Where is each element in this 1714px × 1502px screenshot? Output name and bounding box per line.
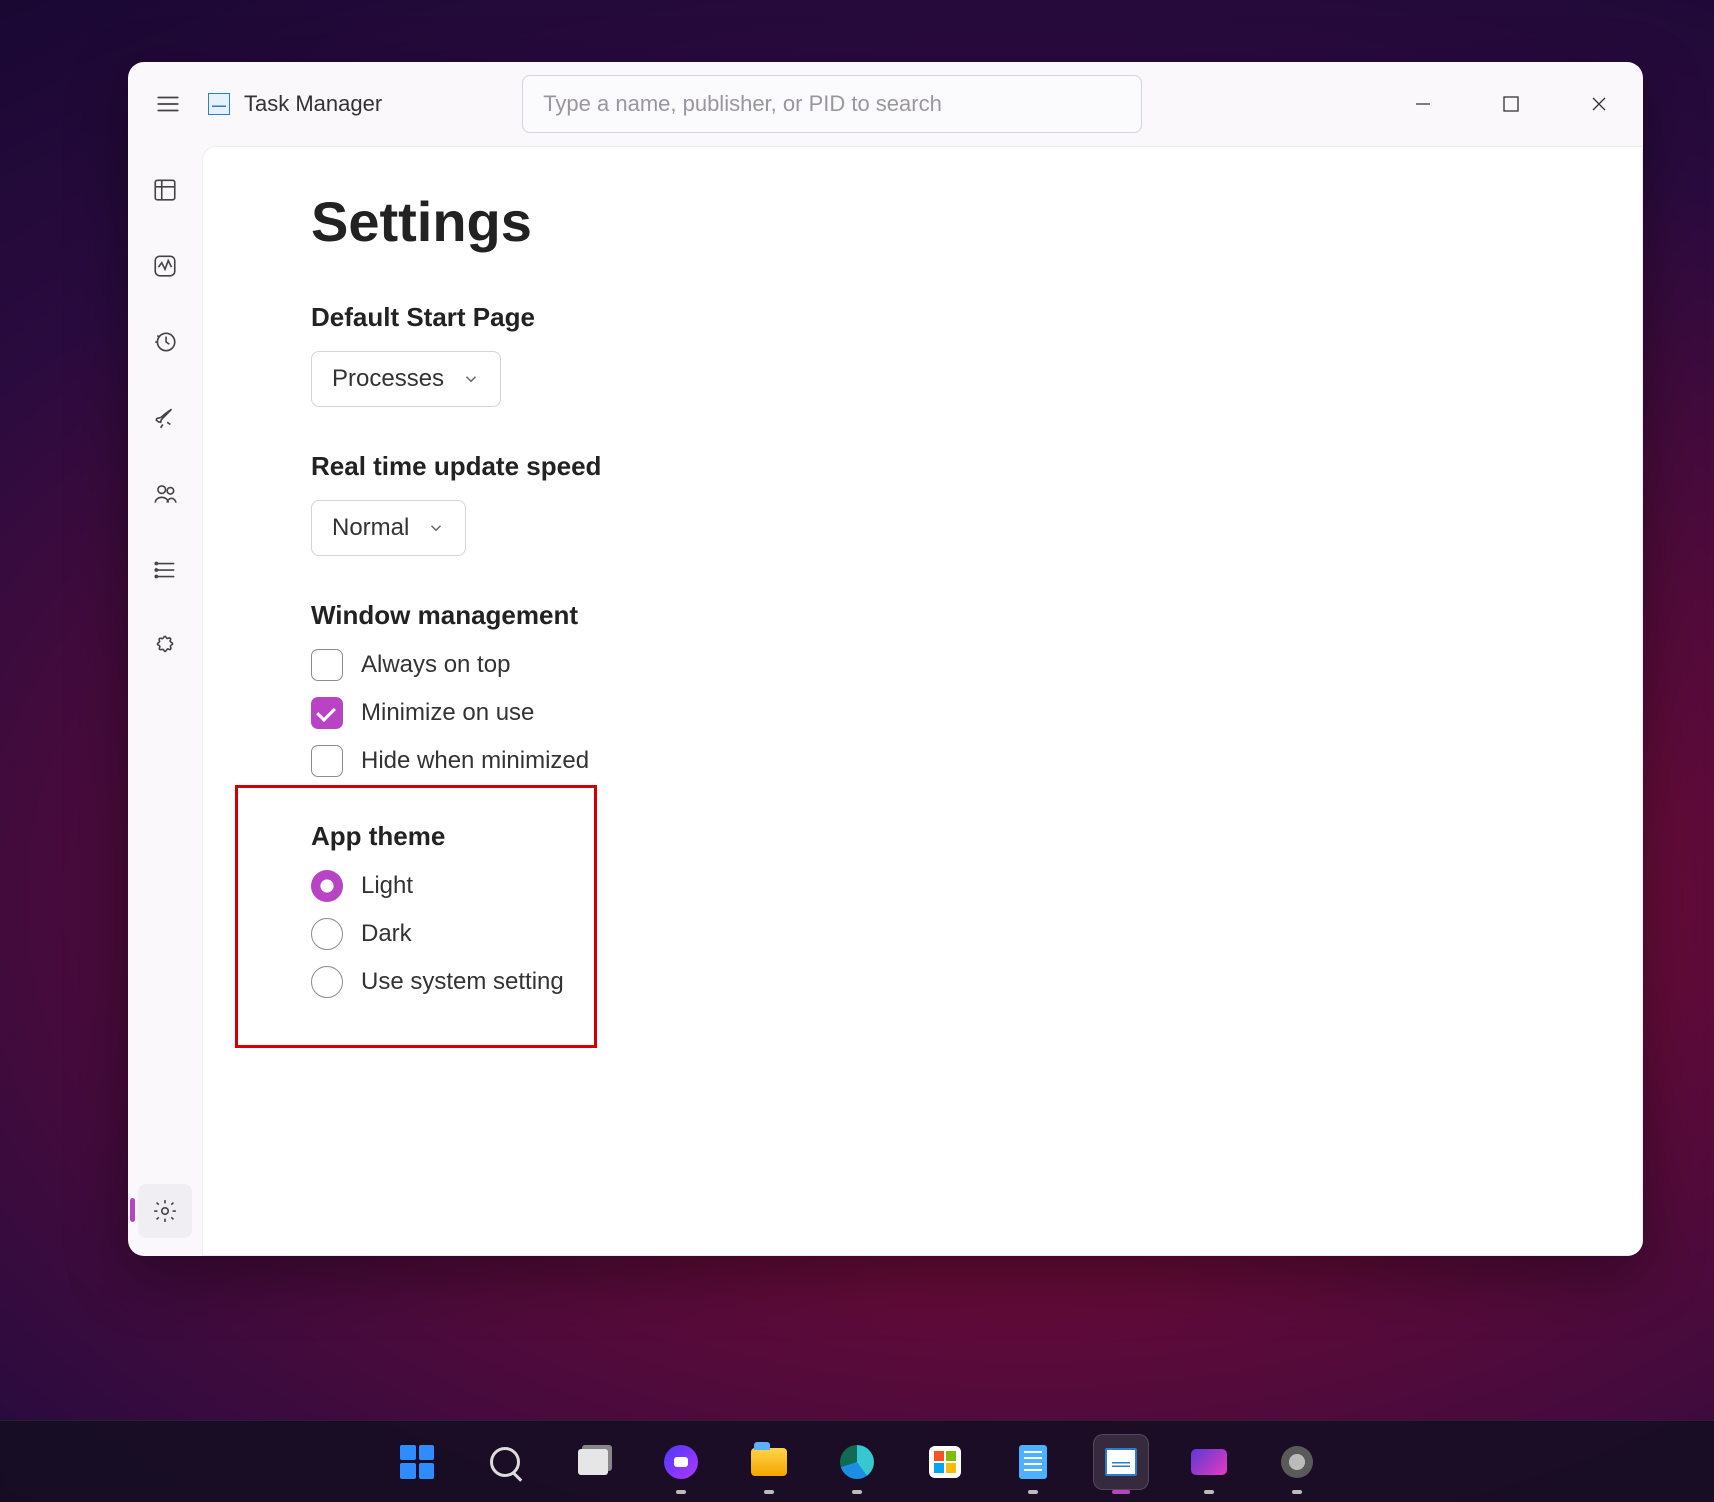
- close-button[interactable]: [1555, 62, 1643, 146]
- taskbar-chat[interactable]: [653, 1434, 709, 1490]
- nav-processes[interactable]: [139, 164, 191, 216]
- taskbar-start[interactable]: [389, 1434, 445, 1490]
- taskbar-notepad[interactable]: [1005, 1434, 1061, 1490]
- minimize-on-use-checkbox[interactable]: [311, 697, 343, 729]
- maximize-button[interactable]: [1467, 62, 1555, 146]
- chevron-down-icon: [462, 370, 480, 388]
- always-on-top-label: Always on top: [361, 651, 510, 679]
- sidebar: [128, 146, 202, 1256]
- app-theme-label: App theme: [311, 821, 1642, 852]
- theme-light-label: Light: [361, 872, 413, 900]
- theme-light-row[interactable]: Light: [311, 870, 1642, 902]
- hide-when-minimized-label: Hide when minimized: [361, 747, 589, 775]
- taskbar-edge[interactable]: [829, 1434, 885, 1490]
- taskbar-settings[interactable]: [1269, 1434, 1325, 1490]
- search-wrap: [522, 75, 1142, 133]
- theme-dark-radio[interactable]: [311, 918, 343, 950]
- task-manager-window: Task Manager: [128, 62, 1643, 1256]
- nav-services[interactable]: [139, 620, 191, 672]
- default-start-page-value: Processes: [332, 365, 444, 393]
- nav-settings[interactable]: [138, 1184, 192, 1238]
- theme-system-row[interactable]: Use system setting: [311, 966, 1642, 998]
- always-on-top-checkbox[interactable]: [311, 649, 343, 681]
- update-speed-block: Real time update speed Normal: [311, 451, 1642, 556]
- default-start-page-dropdown[interactable]: Processes: [311, 351, 501, 407]
- minimize-on-use-row[interactable]: Minimize on use: [311, 697, 1642, 729]
- theme-system-radio[interactable]: [311, 966, 343, 998]
- hamburger-menu-button[interactable]: [140, 76, 196, 132]
- update-speed-label: Real time update speed: [311, 451, 1642, 482]
- chevron-down-icon: [427, 519, 445, 537]
- theme-dark-row[interactable]: Dark: [311, 918, 1642, 950]
- app-title: Task Manager: [244, 91, 382, 117]
- page-title: Settings: [311, 189, 1642, 254]
- theme-system-label: Use system setting: [361, 968, 564, 996]
- always-on-top-row[interactable]: Always on top: [311, 649, 1642, 681]
- nav-users[interactable]: [139, 468, 191, 520]
- minimize-button[interactable]: [1379, 62, 1467, 146]
- taskbar-store[interactable]: [917, 1434, 973, 1490]
- window-body: Settings Default Start Page Processes Re…: [128, 146, 1643, 1256]
- taskbar-search[interactable]: [477, 1434, 533, 1490]
- default-start-page-block: Default Start Page Processes: [311, 302, 1642, 407]
- default-start-page-label: Default Start Page: [311, 302, 1642, 333]
- nav-performance[interactable]: [139, 240, 191, 292]
- hide-when-minimized-checkbox[interactable]: [311, 745, 343, 777]
- task-manager-icon: [208, 93, 230, 115]
- window-management-block: Window management Always on top Minimize…: [311, 600, 1642, 777]
- update-speed-value: Normal: [332, 514, 409, 542]
- window-management-label: Window management: [311, 600, 1642, 631]
- settings-page: Settings Default Start Page Processes Re…: [202, 146, 1643, 1256]
- nav-app-history[interactable]: [139, 316, 191, 368]
- taskbar: [0, 1420, 1714, 1502]
- theme-light-radio[interactable]: [311, 870, 343, 902]
- nav-startup-apps[interactable]: [139, 392, 191, 444]
- taskbar-file-explorer[interactable]: [741, 1434, 797, 1490]
- hide-when-minimized-row[interactable]: Hide when minimized: [311, 745, 1642, 777]
- nav-details[interactable]: [139, 544, 191, 596]
- taskbar-task-view[interactable]: [565, 1434, 621, 1490]
- minimize-on-use-label: Minimize on use: [361, 699, 534, 727]
- taskbar-task-manager[interactable]: [1093, 1434, 1149, 1490]
- theme-dark-label: Dark: [361, 920, 412, 948]
- app-theme-block: App theme Light Dark Use system setting: [311, 821, 1642, 998]
- search-input[interactable]: [522, 75, 1142, 133]
- window-controls: [1379, 62, 1643, 146]
- title-bar: Task Manager: [128, 62, 1643, 146]
- taskbar-clipchamp[interactable]: [1181, 1434, 1237, 1490]
- update-speed-dropdown[interactable]: Normal: [311, 500, 466, 556]
